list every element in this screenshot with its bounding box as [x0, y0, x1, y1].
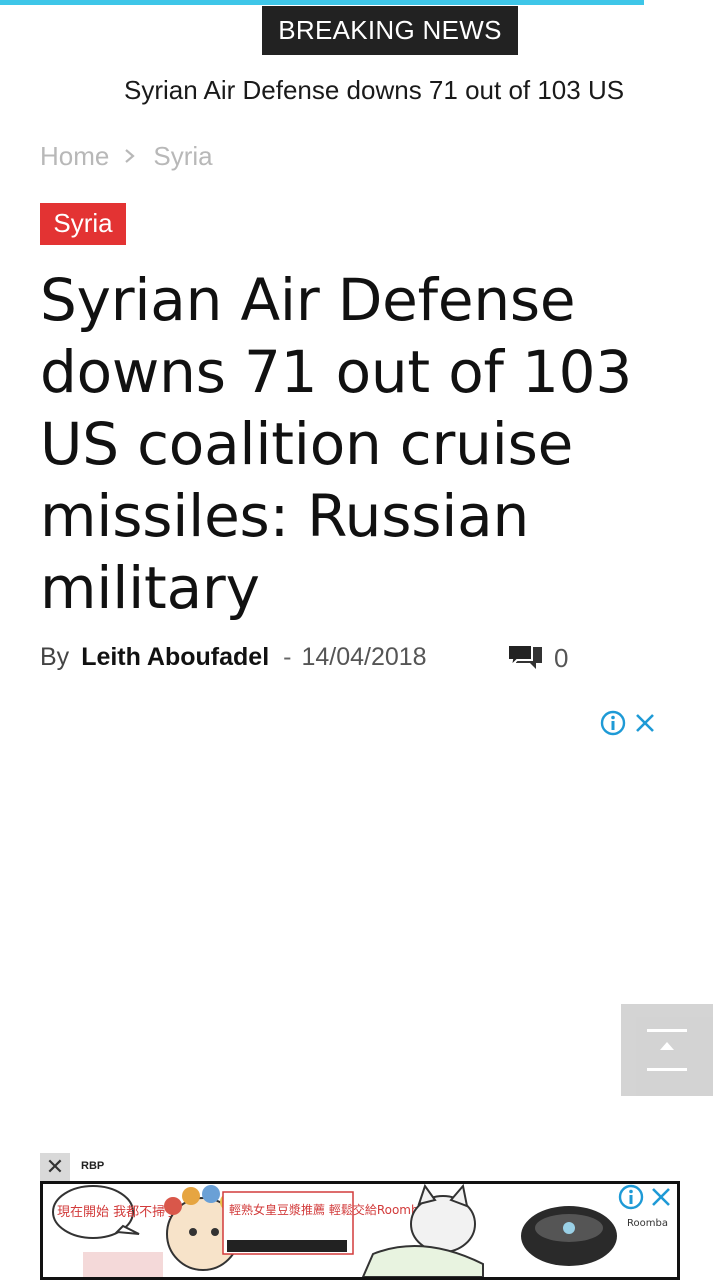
article-title: Syrian Air Defense downs 71 out of 103 U… [40, 266, 633, 622]
comments-icon [507, 644, 542, 669]
top-accent-line [0, 0, 644, 5]
scroll-top-icon [647, 1029, 687, 1071]
breadcrumb: Home Syria [40, 138, 213, 174]
byline-separator: - [283, 642, 292, 671]
breadcrumb-section-link[interactable]: Syria [153, 141, 212, 172]
ad-info-icon[interactable] [600, 710, 626, 736]
category-tag[interactable]: Syria [40, 203, 126, 245]
ad-info-icon[interactable] [618, 1184, 644, 1210]
ad-close-icon[interactable] [632, 710, 658, 736]
ad-robot-vacuum [521, 1206, 617, 1266]
ad-label: RBP [81, 1160, 105, 1172]
chevron-right-icon [115, 138, 147, 174]
comments-link[interactable]: 0 [506, 641, 568, 675]
by-label: By [40, 642, 70, 671]
breadcrumb-home-link[interactable]: Home [40, 141, 109, 172]
ad-brand-label: Roomba [627, 1218, 668, 1229]
bottom-ad-banner[interactable]: 現在開始 我都不掃了! 輕熟女皇豆漿推薦 輕鬆交給Roomba就實在 Roomb… [40, 1181, 680, 1280]
publish-date: 14/04/2018 [301, 642, 427, 671]
breaking-news-ticker[interactable]: Syrian Air Defense downs 71 out of 103 U… [124, 72, 684, 108]
bottom-ad-close-button[interactable]: ✕ [40, 1153, 70, 1181]
ad-banner-image: 現在開始 我都不掃了! 輕熟女皇豆漿推薦 輕鬆交給Roomba就實在 Roomb… [43, 1184, 677, 1277]
ad-close-icon[interactable] [648, 1184, 674, 1210]
ad-controls-bottom [618, 1184, 674, 1210]
article-page: BREAKING NEWS Syrian Air Defense downs 7… [0, 0, 720, 1280]
article-byline: By Leith Aboufadel - 14/04/2018 [40, 638, 427, 676]
comment-count: 0 [554, 642, 569, 673]
ad-controls-top [600, 710, 658, 736]
back-to-top-button[interactable] [621, 1004, 713, 1096]
breaking-news-badge: BREAKING NEWS [262, 6, 518, 55]
author-link[interactable]: Leith Aboufadel [81, 643, 269, 672]
